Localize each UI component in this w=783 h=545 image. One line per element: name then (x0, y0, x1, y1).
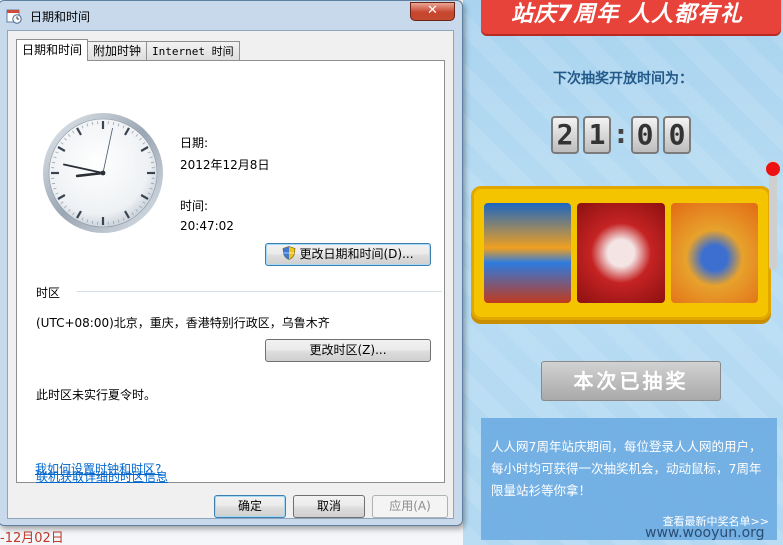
promo-web-panel: 站庆7周年 人人都有礼 下次抽奖开放时间为： 2 1 : 0 0 本次已抽奖 人… (463, 0, 783, 545)
cancel-button[interactable]: 取消 (293, 495, 365, 518)
watermark-brand: www.wooyun.org (645, 525, 765, 541)
dst-note: 此时区未实行夏令时。 (36, 388, 157, 402)
change-date-time-button[interactable]: 更改日期和时间(D)... (265, 243, 431, 266)
how-to-set-clock-link[interactable]: 我如何设置时钟和时区? (35, 460, 161, 477)
slot-reel (577, 203, 665, 303)
date-value: 2012年12月8日 (180, 158, 270, 172)
slot-reel (484, 203, 572, 303)
timer-colon: : (615, 120, 627, 150)
tab-additional-clocks[interactable]: 附加时钟 (87, 41, 148, 61)
tab-date-time[interactable]: 日期和时间 (16, 39, 89, 61)
timer-digit: 1 (583, 116, 611, 154)
title-bar[interactable]: 日期和时间 ✕ (0, 1, 462, 31)
timer-digit: 0 (631, 116, 659, 154)
close-button[interactable]: ✕ (410, 2, 455, 21)
timer-digit: 2 (551, 116, 579, 154)
ok-button[interactable]: 确定 (214, 495, 286, 518)
slot-reel (670, 203, 758, 303)
date-label: 日期: (180, 136, 209, 150)
timer-digit: 0 (663, 116, 691, 154)
timezone-divider (77, 291, 442, 292)
countdown-timer: 2 1 : 0 0 (551, 116, 691, 154)
clock-calendar-icon (6, 9, 22, 24)
time-value: 20:47:02 (180, 219, 234, 233)
already-drawn-button[interactable]: 本次已抽奖 (541, 361, 721, 401)
current-timezone: (UTC+08:00)北京，重庆，香港特别行政区，乌鲁木齐 (36, 316, 330, 330)
tab-panel-date-time: 日期: 2012年12月8日 时间: 20:47:02 更改日期和时间(D)..… (16, 60, 445, 484)
analog-clock (43, 113, 163, 233)
apply-button[interactable]: 应用(A) (372, 495, 448, 518)
promo-banner: 站庆7周年 人人都有礼 (481, 0, 781, 34)
next-draw-title: 下次抽奖开放时间为： (553, 71, 693, 87)
background-date-fragment: -12月02日 (0, 531, 64, 545)
change-date-time-label: 更改日期和时间(D)... (299, 247, 414, 261)
tab-internet-time[interactable]: Internet 时间 (146, 41, 240, 61)
slot-lever-knob[interactable] (766, 162, 780, 176)
time-label: 时间: (180, 199, 209, 213)
tab-strip: 日期和时间 附加时钟 Internet 时间 (16, 39, 240, 61)
window-title: 日期和时间 (30, 10, 91, 24)
date-time-dialog: 日期和时间 ✕ 日期和时间 附加时钟 Internet 时间 日期: 2012年… (0, 0, 463, 526)
timezone-heading: 时区 (36, 286, 61, 300)
change-timezone-button[interactable]: 更改时区(Z)... (265, 339, 431, 362)
slot-lever[interactable] (769, 160, 777, 270)
uac-shield-icon (283, 246, 296, 260)
dialog-client-area: 日期和时间 附加时钟 Internet 时间 日期: 2012年12月8日 时间… (7, 30, 454, 519)
slot-machine (471, 186, 771, 320)
